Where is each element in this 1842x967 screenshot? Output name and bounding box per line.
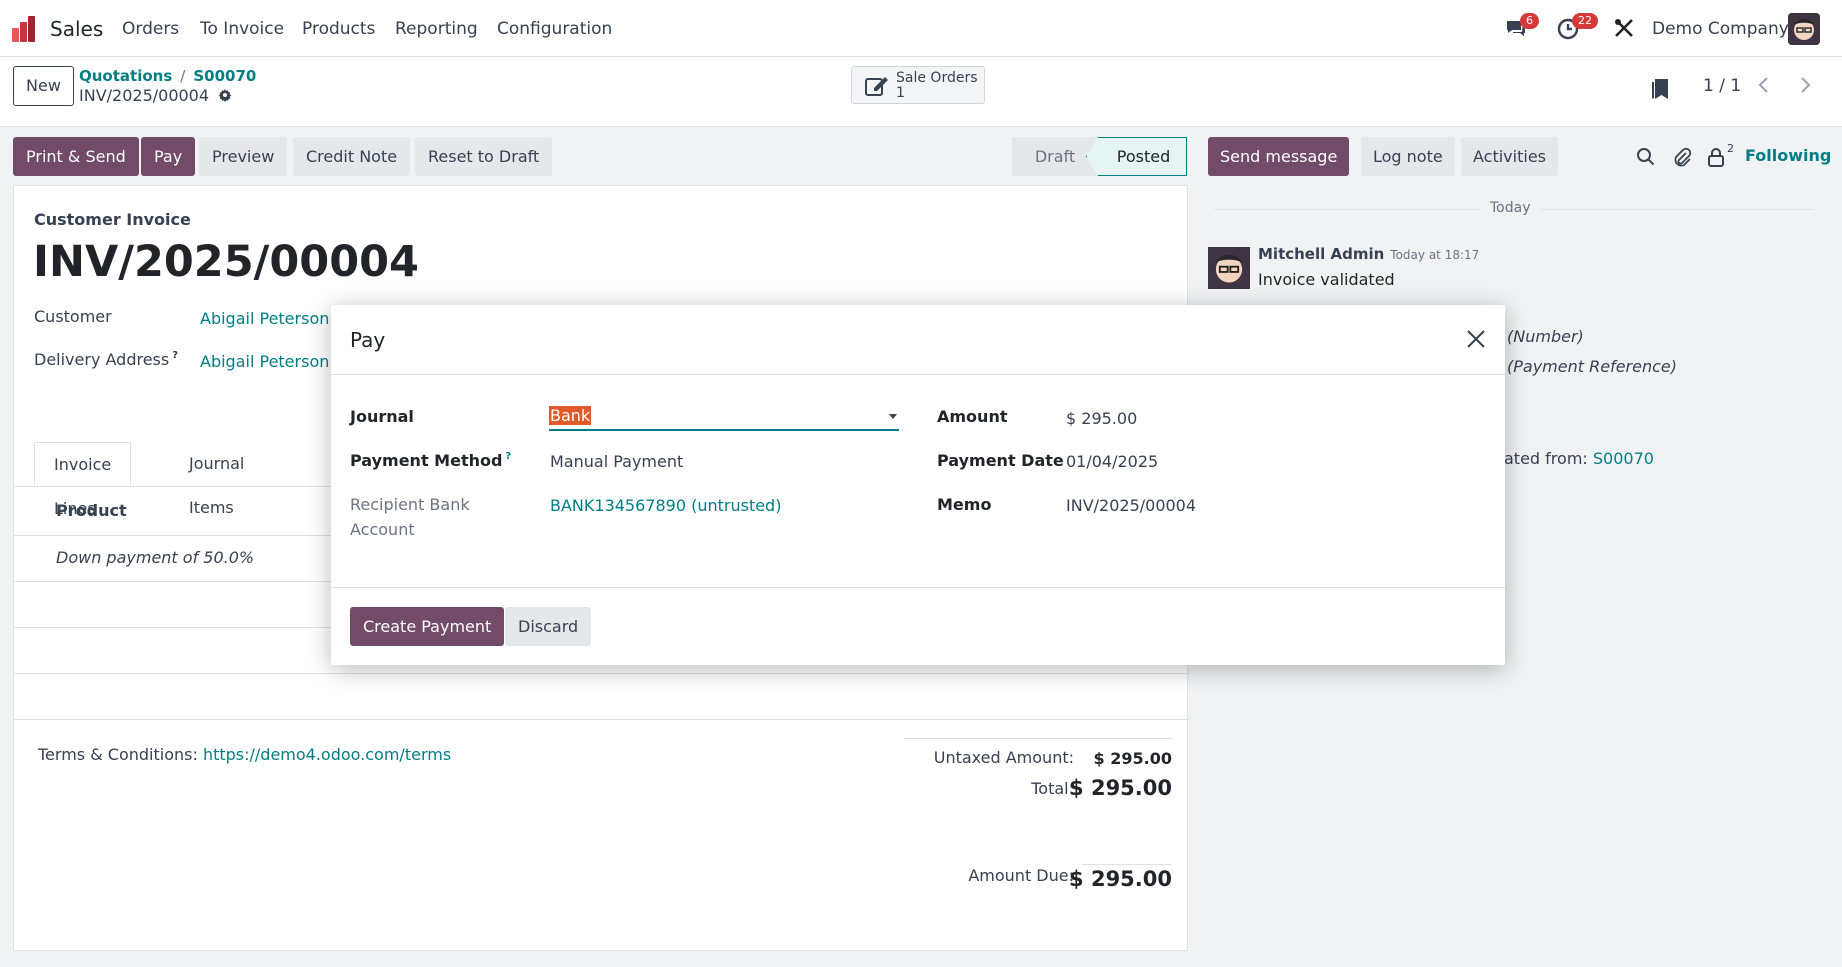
amount-label: Amount (937, 407, 1008, 426)
pay-dialog: Pay Journal Bank Payment Method? Manual … (331, 305, 1505, 665)
payment-method-value[interactable]: Manual Payment (550, 452, 683, 471)
dialog-footer-divider (331, 587, 1505, 588)
discard-button[interactable]: Discard (505, 607, 592, 646)
payment-method-text: Payment Method (350, 451, 503, 470)
payment-method-label: Payment Method? (350, 451, 511, 470)
memo-field[interactable]: INV/2025/00004 (1066, 496, 1196, 515)
journal-select[interactable]: Bank (549, 404, 899, 431)
create-payment-button[interactable]: Create Payment (350, 607, 505, 646)
journal-label: Journal (350, 407, 414, 426)
amount-field[interactable]: $ 295.00 (1066, 409, 1137, 428)
dialog-header-divider (331, 374, 1505, 375)
payment-date-label: Payment Date (937, 451, 1064, 470)
help-tooltip-icon[interactable]: ? (505, 451, 511, 462)
recipient-bank-account-value[interactable]: BANK134567890 (untrusted) (550, 496, 781, 515)
dialog-title: Pay (350, 328, 386, 352)
payment-date-field[interactable]: 01/04/2025 (1066, 452, 1158, 471)
recipient-bank-account-label: Recipient Bank Account (350, 495, 470, 539)
journal-value[interactable]: Bank (549, 406, 592, 425)
close-icon[interactable] (1465, 328, 1487, 350)
caret-down-icon[interactable] (889, 414, 897, 419)
memo-label: Memo (937, 495, 992, 514)
